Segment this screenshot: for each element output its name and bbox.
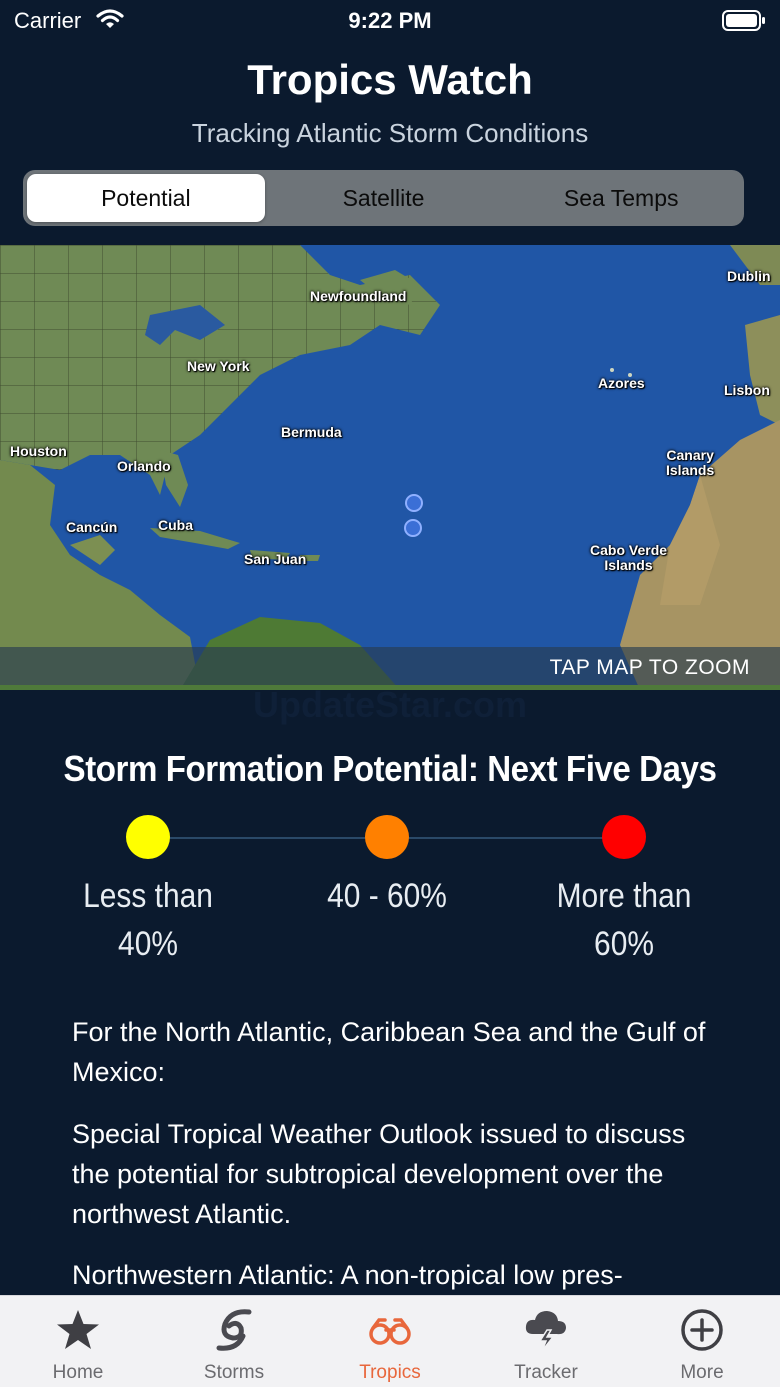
tab-tropics[interactable]: Tropics [312, 1296, 468, 1387]
legend-label-mid: 40 - 60% [327, 877, 447, 915]
storm-marker[interactable] [404, 519, 422, 537]
legend-title: Storm Formation Potential: Next Five Day… [63, 748, 717, 789]
label-bermuda: Bermuda [281, 424, 342, 440]
label-cancun: Cancún [66, 519, 118, 535]
legend-label-high: More than 60% [556, 877, 692, 963]
legend-label-low: Less than 40% [83, 877, 213, 963]
storm-marker[interactable] [405, 494, 423, 512]
status-bar: Carrier 9:22 PM [0, 0, 780, 40]
legend-dot-low [126, 815, 170, 859]
page-subtitle: Tracking Atlantic Storm Conditions [191, 118, 589, 148]
label-orlando: Orlando [117, 458, 171, 474]
segment-potential[interactable]: Potential [27, 174, 265, 222]
label-azores: Azores [598, 375, 645, 391]
tab-storms[interactable]: Storms [156, 1296, 312, 1387]
label-houston: Houston [10, 443, 67, 459]
tab-home[interactable]: Home [0, 1296, 156, 1387]
page-title: Tropics Watch [247, 56, 533, 103]
label-dublin: Dublin [727, 268, 771, 284]
legend-dot-mid [365, 815, 409, 859]
watermark: UpdateStar.com [252, 684, 528, 725]
label-cabo-verde-islands: Cabo Verde Islands [590, 542, 668, 573]
tropics-map[interactable]: Newfoundland New York Bermuda Houston Or… [0, 245, 780, 690]
view-segmented-control: Potential Satellite Sea Temps [23, 170, 744, 226]
star-icon [55, 1308, 101, 1357]
storm-cloud-icon [523, 1308, 569, 1357]
zoom-hint-label: TAP MAP TO ZOOM [549, 656, 750, 679]
binoculars-icon [367, 1308, 413, 1357]
tab-more[interactable]: More [624, 1296, 780, 1387]
outlook-paragraph: For the North Atlantic, Caribbean Sea an… [72, 1017, 706, 1087]
zoom-hint-bar[interactable]: TAP MAP TO ZOOM [0, 647, 780, 685]
legend-dot-high [602, 815, 646, 859]
outlook-paragraph: Special Tropical Weather Outlook issued … [72, 1119, 686, 1229]
label-new-york: New York [187, 358, 250, 374]
tab-tracker[interactable]: Tracker [468, 1296, 624, 1387]
segment-sea-temps[interactable]: Sea Temps [502, 174, 740, 222]
hurricane-icon [211, 1308, 257, 1357]
label-lisbon: Lisbon [724, 382, 770, 398]
label-san-juan: San Juan [244, 551, 307, 567]
clock: 9:22 PM [348, 8, 432, 33]
tab-bar: Home Storms Tropics Tracker More [0, 1295, 780, 1387]
segment-satellite[interactable]: Satellite [265, 174, 503, 222]
plus-circle-icon [679, 1308, 725, 1357]
battery-icon [722, 10, 766, 37]
label-cuba: Cuba [158, 517, 193, 533]
label-canary-islands: Canary Islands [666, 447, 715, 478]
outlook-paragraph: Northwestern Atlantic: A non-tropical lo… [72, 1260, 623, 1290]
label-newfoundland: Newfoundland [310, 288, 407, 304]
